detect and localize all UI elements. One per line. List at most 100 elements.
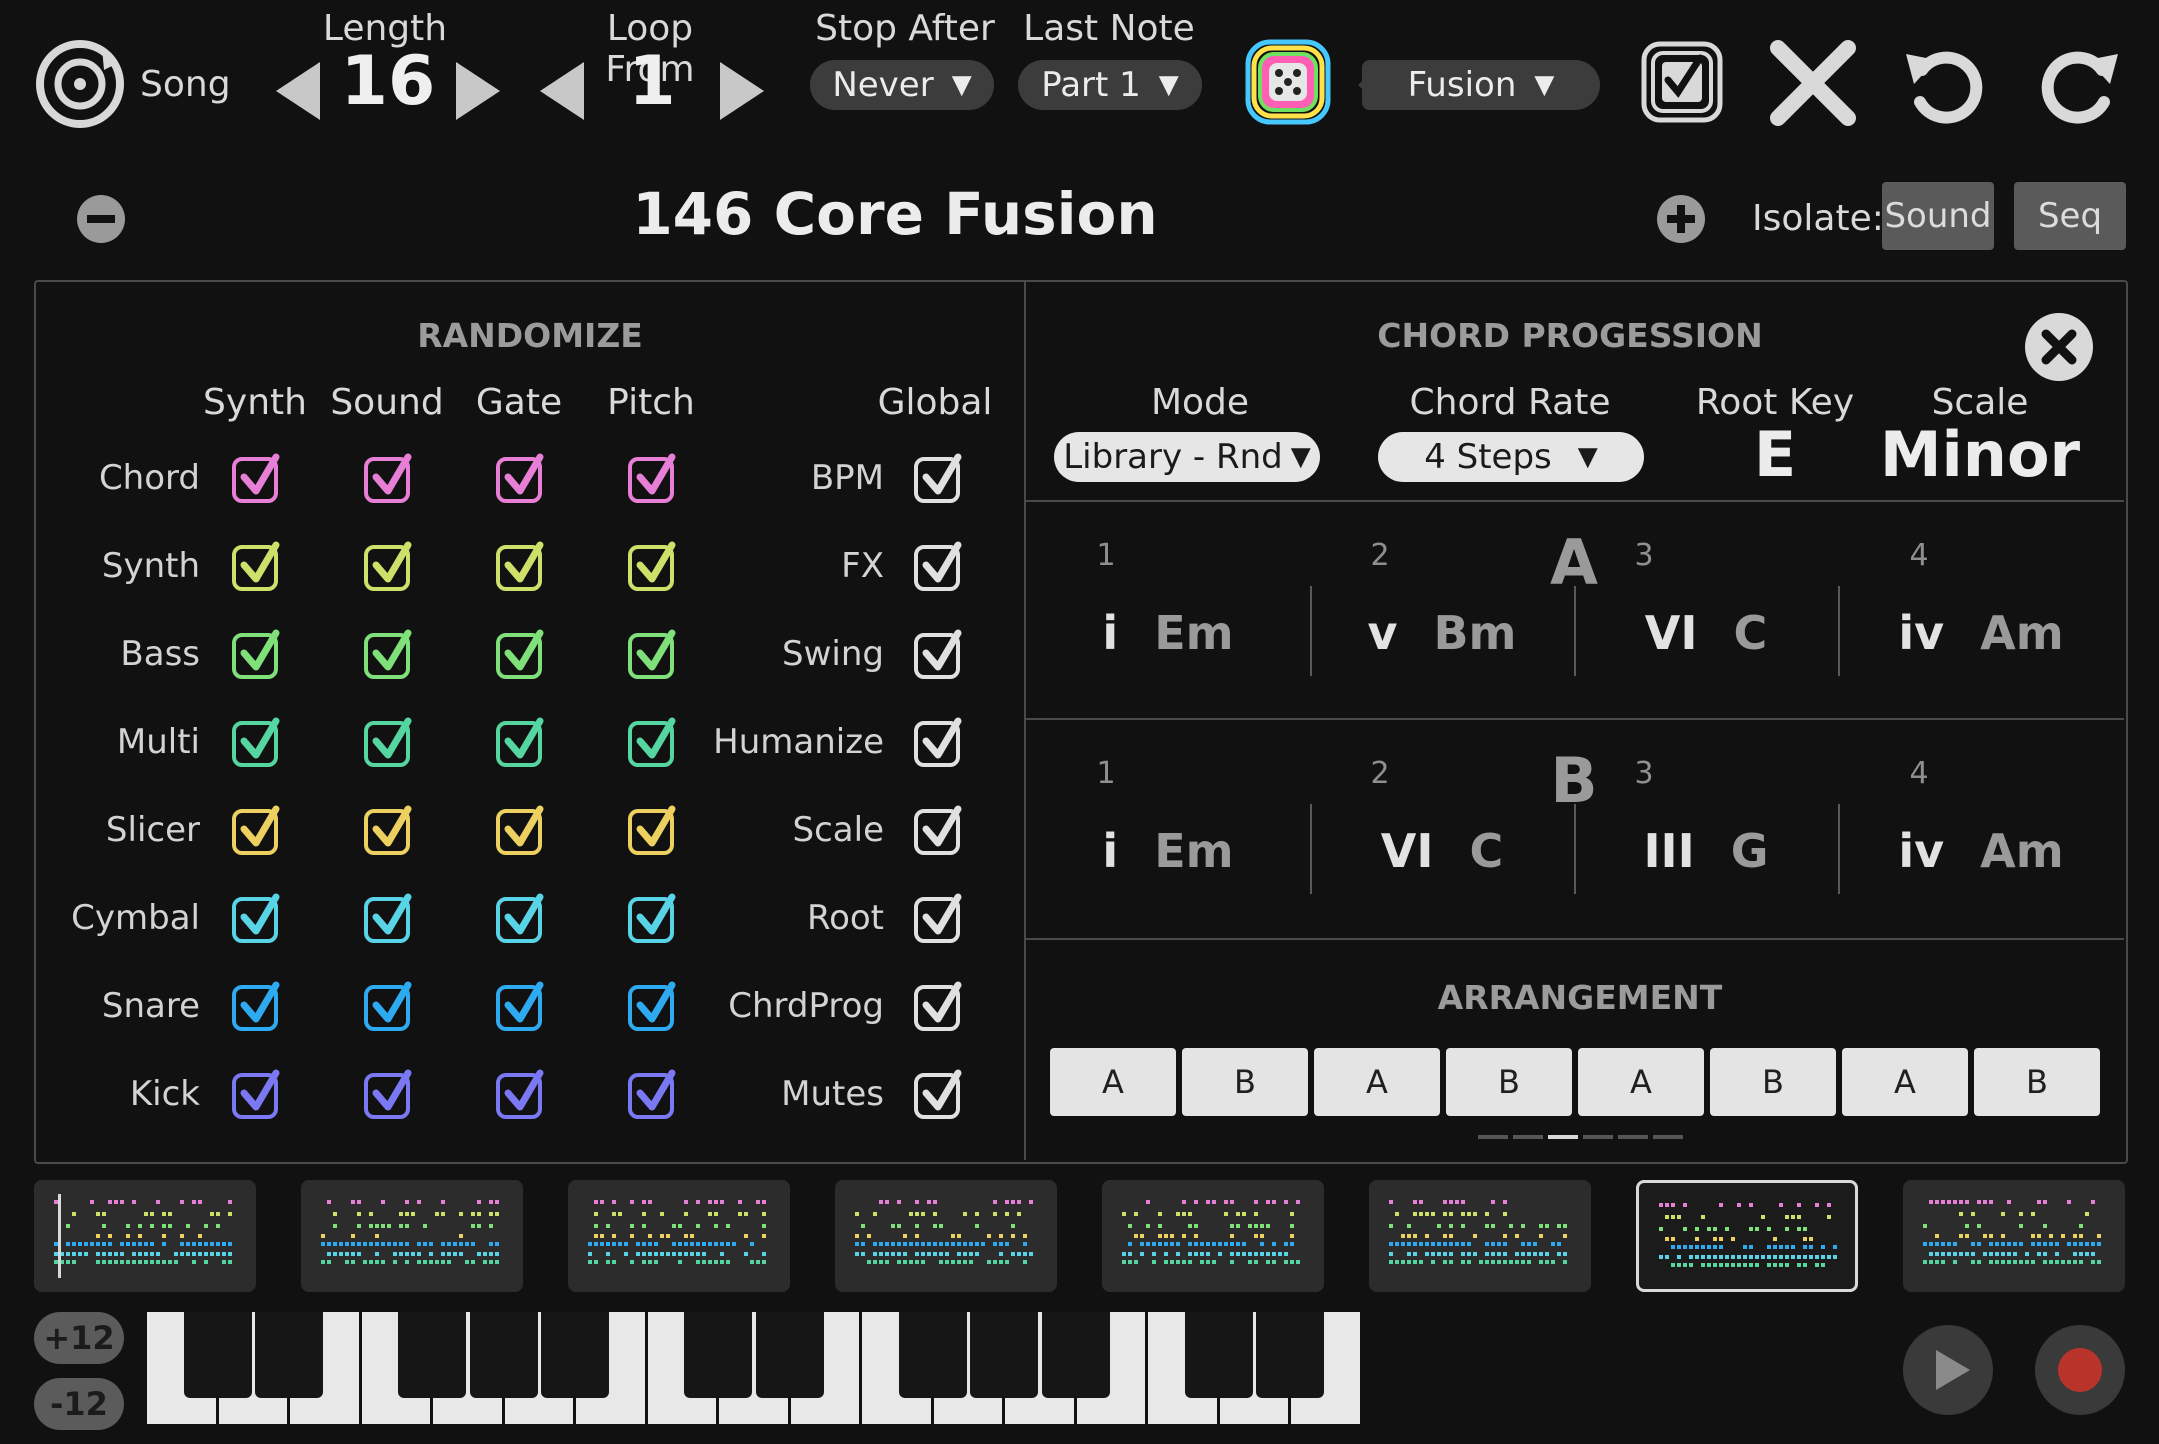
app-logo[interactable] <box>32 34 128 130</box>
black-key[interactable] <box>898 1312 967 1398</box>
global-checkbox[interactable] <box>914 629 962 679</box>
randomize-checkbox[interactable] <box>232 805 280 855</box>
randomize-checkbox[interactable] <box>364 805 412 855</box>
randomize-checkbox[interactable] <box>628 629 676 679</box>
global-checkbox[interactable] <box>914 981 962 1031</box>
chord-slot[interactable]: VI C <box>1574 606 1838 660</box>
randomize-checkbox[interactable] <box>496 629 544 679</box>
pattern-thumbnail[interactable] <box>1903 1180 2125 1292</box>
arrangement-slot[interactable]: A <box>1314 1048 1440 1116</box>
approve-button[interactable] <box>1640 40 1724 124</box>
chord-slot[interactable]: iv Am <box>1838 824 2124 878</box>
randomize-checkbox[interactable] <box>232 541 280 591</box>
pattern-thumbnail[interactable] <box>301 1180 523 1292</box>
black-key[interactable] <box>541 1312 609 1398</box>
black-key[interactable] <box>970 1312 1038 1398</box>
octave-up-button[interactable]: +12 <box>34 1312 124 1364</box>
global-checkbox[interactable] <box>914 717 962 767</box>
black-key[interactable] <box>469 1312 538 1398</box>
chord-rate-dropdown[interactable]: 4 Steps ▼ <box>1378 432 1644 482</box>
randomize-checkbox[interactable] <box>364 717 412 767</box>
record-button[interactable] <box>2034 1324 2126 1416</box>
randomize-checkbox[interactable] <box>364 893 412 943</box>
randomize-checkbox[interactable] <box>628 1069 676 1119</box>
redo-button[interactable] <box>2036 40 2124 128</box>
randomize-checkbox[interactable] <box>628 541 676 591</box>
randomize-checkbox[interactable] <box>496 805 544 855</box>
arrangement-slot[interactable]: A <box>1050 1048 1176 1116</box>
length-decrement-icon[interactable] <box>272 58 324 124</box>
root-key-value[interactable]: E <box>1720 418 1830 491</box>
length-increment-icon[interactable] <box>452 58 504 124</box>
loop-from-increment-icon[interactable] <box>716 58 768 124</box>
pattern-thumbnail[interactable] <box>835 1180 1057 1292</box>
randomize-checkbox[interactable] <box>496 453 544 503</box>
clear-button[interactable] <box>1768 38 1858 128</box>
randomize-checkbox[interactable] <box>496 1069 544 1119</box>
randomize-checkbox[interactable] <box>364 1069 412 1119</box>
arrangement-slot[interactable]: A <box>1578 1048 1704 1116</box>
randomize-checkbox[interactable] <box>496 981 544 1031</box>
randomize-checkbox[interactable] <box>628 981 676 1031</box>
pattern-thumbnail[interactable] <box>1369 1180 1591 1292</box>
black-key[interactable] <box>1256 1312 1324 1398</box>
randomize-checkbox[interactable] <box>232 893 280 943</box>
undo-button[interactable] <box>1900 40 1988 128</box>
randomize-checkbox[interactable] <box>364 629 412 679</box>
randomize-checkbox[interactable] <box>496 541 544 591</box>
stop-after-dropdown[interactable]: Never ▼ <box>810 60 994 110</box>
play-button[interactable] <box>1902 1324 1994 1416</box>
arrangement-slot[interactable]: B <box>1710 1048 1836 1116</box>
global-checkbox[interactable] <box>914 453 962 503</box>
scale-value[interactable]: Minor <box>1870 418 2090 491</box>
pattern-thumbnail[interactable] <box>1636 1180 1858 1292</box>
randomize-checkbox[interactable] <box>628 717 676 767</box>
chord-slot[interactable]: v Bm <box>1310 606 1574 660</box>
randomize-checkbox[interactable] <box>232 981 280 1031</box>
arrangement-slot[interactable]: B <box>1974 1048 2100 1116</box>
remove-song-button[interactable] <box>76 194 126 244</box>
randomize-checkbox[interactable] <box>496 893 544 943</box>
global-checkbox[interactable] <box>914 893 962 943</box>
randomize-checkbox[interactable] <box>496 717 544 767</box>
chord-slot[interactable]: III G <box>1574 824 1838 878</box>
chord-slot[interactable]: iv Am <box>1838 606 2124 660</box>
pattern-thumbnail[interactable] <box>568 1180 790 1292</box>
randomize-checkbox[interactable] <box>628 805 676 855</box>
loop-from-decrement-icon[interactable] <box>536 58 588 124</box>
black-key[interactable] <box>398 1312 466 1398</box>
global-checkbox[interactable] <box>914 541 962 591</box>
black-key[interactable] <box>755 1312 824 1398</box>
arrangement-slot[interactable]: A <box>1842 1048 1968 1116</box>
global-checkbox[interactable] <box>914 1069 962 1119</box>
octave-down-button[interactable]: -12 <box>34 1378 124 1430</box>
chord-slot[interactable]: i Em <box>1026 606 1310 660</box>
randomize-dice-button[interactable] <box>1244 38 1332 126</box>
randomize-checkbox[interactable] <box>232 717 280 767</box>
randomize-checkbox[interactable] <box>628 453 676 503</box>
isolate-seq-button[interactable]: Seq <box>2014 182 2126 250</box>
pattern-thumbnail[interactable] <box>34 1180 256 1292</box>
song-label[interactable]: Song <box>140 64 231 105</box>
randomize-checkbox[interactable] <box>232 453 280 503</box>
close-chord-progression-button[interactable] <box>2024 312 2094 382</box>
randomize-checkbox[interactable] <box>364 453 412 503</box>
mode-dropdown[interactable]: Library - Rnd ▼ <box>1054 432 1320 482</box>
pattern-thumbnail[interactable] <box>1102 1180 1324 1292</box>
arrangement-slot[interactable]: B <box>1446 1048 1572 1116</box>
black-key[interactable] <box>183 1312 252 1398</box>
last-note-dropdown[interactable]: Part 1 ▼ <box>1018 60 1202 110</box>
randomize-checkbox[interactable] <box>364 541 412 591</box>
black-key[interactable] <box>1184 1312 1253 1398</box>
randomize-checkbox[interactable] <box>232 629 280 679</box>
randomize-checkbox[interactable] <box>232 1069 280 1119</box>
global-checkbox[interactable] <box>914 805 962 855</box>
arrangement-slot[interactable]: B <box>1182 1048 1308 1116</box>
black-key[interactable] <box>684 1312 752 1398</box>
style-dropdown[interactable]: Fusion ▼ <box>1362 60 1600 110</box>
isolate-sound-button[interactable]: Sound <box>1882 182 1994 250</box>
randomize-checkbox[interactable] <box>364 981 412 1031</box>
chord-slot[interactable]: i Em <box>1026 824 1310 878</box>
black-key[interactable] <box>1041 1312 1110 1398</box>
chord-slot[interactable]: VI C <box>1310 824 1574 878</box>
